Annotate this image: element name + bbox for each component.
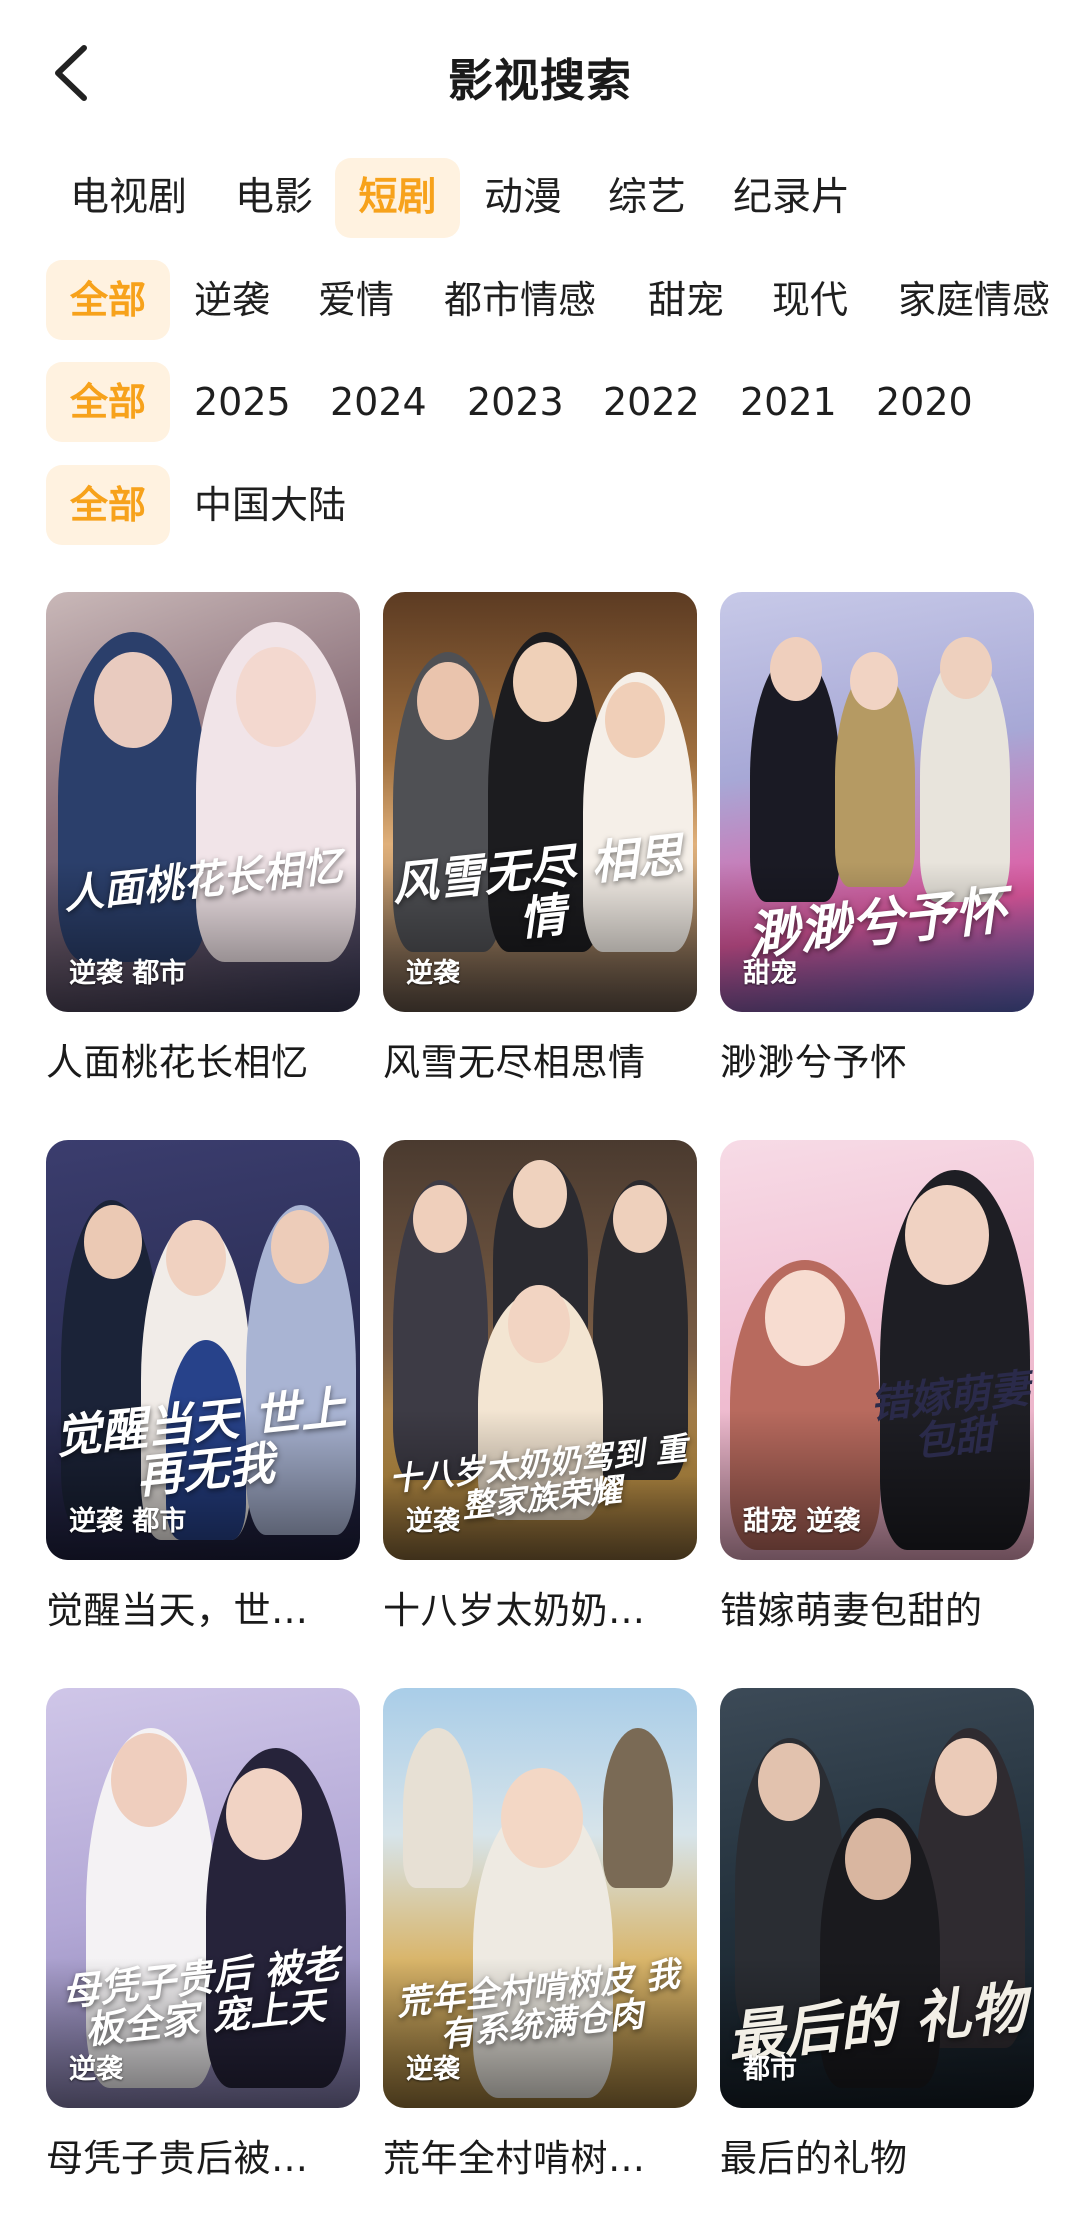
year-filter: 全部 2025 2024 2023 2022 2021 2020: [0, 362, 1080, 442]
tab-movie[interactable]: 电影: [235, 158, 313, 238]
genre-romance[interactable]: 爱情: [318, 260, 394, 340]
region-filter: 全部 中国大陆: [0, 465, 1080, 545]
card-title: 荒年全村啃树…: [383, 2137, 646, 2180]
year-2023[interactable]: 2023: [467, 362, 564, 442]
category-tabs: 电视剧 电影 短剧 动漫 综艺 纪录片: [0, 158, 1080, 238]
genre-urban-emotion[interactable]: 都市情感: [444, 260, 596, 340]
card-title: 错嫁萌妻包甜的: [720, 1589, 983, 1632]
year-2024[interactable]: 2024: [330, 362, 427, 442]
year-2020[interactable]: 2020: [876, 362, 973, 442]
genre-filter: 全部 逆袭 爱情 都市情感 甜宠 现代 家庭情感: [0, 260, 1080, 340]
card-title: 觉醒当天，世…: [46, 1589, 309, 1632]
tab-documentary[interactable]: 纪录片: [733, 158, 850, 238]
card-tags: 甜宠: [743, 958, 797, 989]
region-mainland-china[interactable]: 中国大陆: [194, 465, 346, 545]
card-title: 十八岁太奶奶…: [383, 1589, 646, 1632]
poster-image: 错嫁萌妻包甜 甜宠 逆袭: [720, 1140, 1034, 1560]
poster-image: 渺渺兮予怀 甜宠: [720, 592, 1034, 1012]
genre-sweet[interactable]: 甜宠: [648, 260, 724, 340]
poster-image: 最后的 礼物 都市: [720, 1688, 1034, 2108]
card-tags: 逆袭 都市: [69, 958, 187, 989]
card-title: 最后的礼物: [720, 2137, 908, 2180]
tab-short-drama[interactable]: 短剧: [335, 158, 460, 238]
poster-title-art: 错嫁萌妻包甜: [867, 1364, 1032, 1466]
year-2021[interactable]: 2021: [740, 362, 837, 442]
genre-family[interactable]: 家庭情感: [898, 260, 1050, 340]
card-tags: 甜宠 逆袭: [743, 1506, 861, 1537]
card-title: 人面桃花长相忆: [46, 1041, 309, 1084]
card-tags: 逆袭: [406, 958, 460, 989]
card-tags: 逆袭: [69, 2054, 123, 2085]
region-all[interactable]: 全部: [46, 465, 170, 545]
poster-image: 觉醒当天 世上再无我 逆袭 都市: [46, 1140, 360, 1560]
genre-modern[interactable]: 现代: [772, 260, 848, 340]
card-title: 风雪无尽相思情: [383, 1041, 646, 1084]
header: 影视搜索: [0, 0, 1080, 150]
tab-variety[interactable]: 综艺: [608, 158, 686, 238]
card-tags: 逆袭: [406, 1506, 460, 1537]
poster-image: 风雪无尽 相思情 逆袭: [383, 592, 697, 1012]
poster-image: 母凭子贵后 被老板全家 宠上天 逆袭: [46, 1688, 360, 2108]
genre-comeback[interactable]: 逆袭: [194, 260, 270, 340]
poster-image: 人面桃花长相忆 逆袭 都市: [46, 592, 360, 1012]
card-tags: 逆袭 都市: [69, 1506, 187, 1537]
tab-tv-series[interactable]: 电视剧: [70, 158, 187, 238]
poster-image: 荒年全村啃树皮 我有系统满仓肉 逆袭: [383, 1688, 697, 2108]
poster-image: 十八岁太奶奶驾到 重整家族荣耀 逆袭: [383, 1140, 697, 1560]
page-title: 影视搜索: [447, 54, 632, 107]
card-tags: 都市: [743, 2054, 797, 2085]
genre-all[interactable]: 全部: [46, 260, 170, 340]
card-tags: 逆袭: [406, 2054, 460, 2085]
year-all[interactable]: 全部: [46, 362, 170, 442]
card-title: 母凭子贵后被…: [46, 2137, 309, 2180]
year-2022[interactable]: 2022: [603, 362, 700, 442]
card-title: 渺渺兮予怀: [720, 1041, 908, 1084]
year-2025[interactable]: 2025: [194, 362, 291, 442]
tab-anime[interactable]: 动漫: [484, 158, 562, 238]
